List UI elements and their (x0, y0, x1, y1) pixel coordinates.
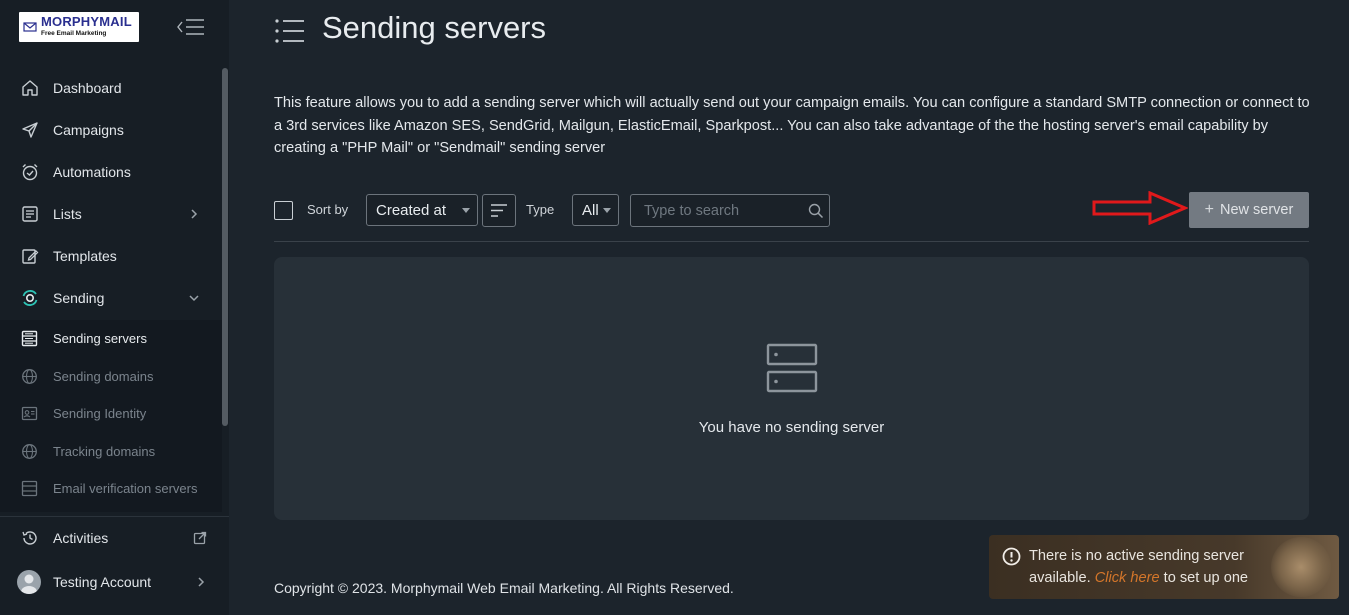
server-icon (21, 330, 38, 347)
submenu-item-sending-domains[interactable]: Sending domains (0, 358, 222, 394)
sending-icon (21, 289, 39, 307)
sidebar-item-automations[interactable]: Automations (0, 153, 222, 191)
plus-icon: + (1204, 201, 1214, 218)
history-icon (21, 529, 39, 547)
new-server-button[interactable]: + New server (1189, 192, 1309, 228)
submenu-item-label: Sending domains (53, 368, 154, 384)
list-menu-icon (275, 19, 304, 43)
toolbar-divider (274, 241, 1309, 242)
sidebar-item-label: Campaigns (53, 122, 124, 138)
sidebar-item-label: Automations (53, 164, 131, 180)
submenu-item-tracking-domains[interactable]: Tracking domains (0, 433, 222, 469)
brand-title: MORPHYMAIL (41, 14, 132, 29)
server-stack-icon (766, 343, 818, 393)
sort-lines-icon (491, 204, 507, 217)
alert-circle-icon (1002, 547, 1021, 566)
submenu-item-sending-identity[interactable]: Sending Identity (0, 395, 222, 431)
chevron-right-icon (198, 577, 205, 587)
server-icon (21, 480, 38, 497)
type-value: All (582, 201, 599, 219)
type-select[interactable]: All (572, 194, 619, 226)
sidebar-item-label: Templates (53, 248, 117, 264)
sidebar-item-dashboard[interactable]: Dashboard (0, 69, 222, 107)
toast-message: There is no active sending server availa… (1029, 545, 1289, 589)
submenu-item-sending-servers[interactable]: Sending servers (0, 320, 222, 356)
sidebar-item-lists[interactable]: Lists (0, 195, 222, 233)
sidebar-item-activities[interactable]: Activities (0, 519, 222, 557)
footer-copyright: Copyright © 2023. Morphymail Web Email M… (274, 580, 734, 596)
submenu-item-label: Sending Identity (53, 405, 147, 421)
page-description: This feature allows you to add a sending… (274, 95, 1310, 156)
empty-state-text: You have no sending server (698, 419, 885, 436)
sending-submenu: Sending servers Sending domains Sending … (0, 320, 222, 512)
sort-by-value: Created at (376, 201, 447, 219)
sidebar: MORPHYMAIL Free Email Marketing Dashboar… (0, 0, 229, 615)
list-box-icon (21, 205, 39, 223)
submenu-item-label: Email verification servers (53, 480, 198, 496)
submenu-item-email-verification-servers[interactable]: Email verification servers (0, 470, 222, 506)
search-box (630, 194, 830, 227)
sort-by-select[interactable]: Created at (366, 194, 478, 226)
sidebar-item-label: Dashboard (53, 80, 122, 96)
sidebar-divider (0, 516, 229, 517)
brand-subtitle: Free Email Marketing (41, 30, 107, 37)
send-icon (21, 121, 39, 139)
sidebar-item-label: Sending (53, 290, 105, 306)
sidebar-scrollbar[interactable] (222, 68, 228, 426)
home-icon (21, 79, 39, 97)
page-title: Sending servers (322, 10, 547, 45)
sidebar-item-templates[interactable]: Templates (0, 237, 222, 275)
sort-by-label: Sort by (307, 202, 349, 217)
submenu-item-label: Sending servers (53, 330, 147, 346)
submenu-item-label: Tracking domains (53, 443, 156, 459)
collapse-sidebar-icon[interactable] (176, 17, 206, 37)
chevron-down-icon (189, 295, 199, 302)
edit-template-icon (21, 247, 39, 265)
sidebar-item-label: Lists (53, 206, 82, 222)
account-name: Testing Account (53, 574, 152, 590)
alarm-clock-icon (21, 163, 39, 181)
sidebar-item-sending[interactable]: Sending (0, 279, 222, 317)
type-label: Type (526, 202, 555, 217)
sidebar-item-account[interactable]: Testing Account (0, 563, 222, 601)
external-link-icon (193, 531, 207, 545)
empty-state-panel: You have no sending server (274, 257, 1309, 520)
brand-logo[interactable]: MORPHYMAIL Free Email Marketing (19, 12, 139, 42)
caret-down-icon (462, 208, 470, 213)
red-arrow-annotation (1092, 191, 1188, 225)
identity-icon (21, 405, 38, 422)
no-server-toast: There is no active sending server availa… (989, 535, 1339, 599)
new-server-label: New server (1220, 202, 1294, 218)
chevron-right-icon (191, 209, 198, 219)
toast-text-after: to set up one (1159, 570, 1249, 586)
logo-mark-icon (23, 22, 37, 32)
sidebar-item-campaigns[interactable]: Campaigns (0, 111, 222, 149)
select-all-checkbox[interactable] (274, 201, 293, 220)
search-input[interactable] (631, 195, 801, 226)
sidebar-item-label: Activities (53, 530, 109, 546)
caret-down-icon (603, 208, 611, 213)
search-icon[interactable] (808, 203, 824, 219)
sort-direction-button[interactable] (482, 194, 516, 227)
globe-icon (21, 368, 38, 385)
globe-icon (21, 443, 38, 460)
toast-setup-link[interactable]: Click here (1095, 570, 1160, 586)
